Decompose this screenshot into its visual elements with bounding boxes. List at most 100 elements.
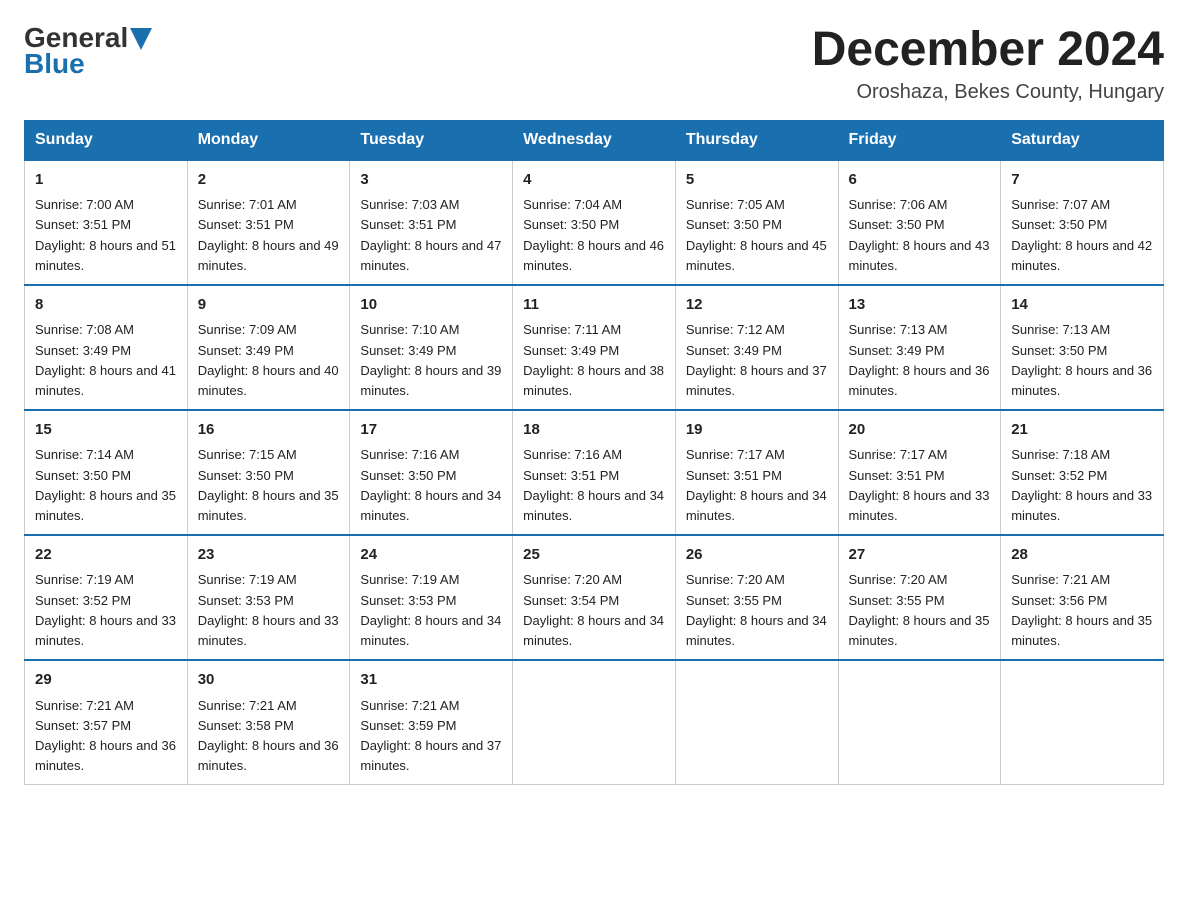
day-info: Sunrise: 7:16 AMSunset: 3:50 PMDaylight:… [360,445,502,526]
calendar-day-cell: 28Sunrise: 7:21 AMSunset: 3:56 PMDayligh… [1001,535,1164,660]
day-number: 11 [523,294,665,317]
calendar-day-cell [675,660,838,785]
column-header-monday: Monday [187,120,350,160]
day-number: 26 [686,544,828,567]
day-number: 27 [849,544,991,567]
day-number: 15 [35,419,177,442]
calendar-day-cell: 12 Sunrise: 7:12 AMSunset: 3:49 PMDayligh… [675,285,838,410]
calendar-day-cell: 25 Sunrise: 7:20 AMSunset: 3:54 PMDayligh… [513,535,676,660]
title-block: December 2024 Oroshaza, Bekes County, Hu… [812,24,1164,104]
calendar-body: 1 Sunrise: 7:00 AMSunset: 3:51 PMDaylight… [25,160,1164,785]
day-number: 7 [1011,169,1153,192]
day-number: 5 [686,169,828,192]
calendar-day-cell: 7 Sunrise: 7:07 AMSunset: 3:50 PMDaylight… [1001,160,1164,285]
day-number: 22 [35,544,177,567]
calendar-day-cell [513,660,676,785]
day-info: Sunrise: 7:06 AMSunset: 3:50 PMDaylight:… [849,195,991,276]
calendar-day-cell: 31 Sunrise: 7:21 AMSunset: 3:59 PMDayligh… [350,660,513,785]
calendar-week-row: 8 Sunrise: 7:08 AMSunset: 3:49 PMDaylight… [25,285,1164,410]
calendar-title: December 2024 [812,24,1164,77]
day-info: Sunrise: 7:20 AMSunset: 3:55 PMDaylight:… [849,570,991,651]
day-number: 24 [360,544,502,567]
day-info: Sunrise: 7:00 AMSunset: 3:51 PMDaylight:… [35,195,177,276]
calendar-day-cell: 19Sunrise: 7:17 AMSunset: 3:51 PMDayligh… [675,410,838,535]
day-number: 6 [849,169,991,192]
day-info: Sunrise: 7:05 AMSunset: 3:50 PMDaylight:… [686,195,828,276]
day-info: Sunrise: 7:19 AMSunset: 3:53 PMDaylight:… [360,570,502,651]
calendar-day-cell: 29Sunrise: 7:21 AMSunset: 3:57 PMDayligh… [25,660,188,785]
calendar-day-cell [838,660,1001,785]
page-header: General Blue December 2024 Oroshaza, Bek… [24,24,1164,104]
day-info: Sunrise: 7:14 AMSunset: 3:50 PMDaylight:… [35,445,177,526]
calendar-day-cell: 20Sunrise: 7:17 AMSunset: 3:51 PMDayligh… [838,410,1001,535]
day-number: 14 [1011,294,1153,317]
day-info: Sunrise: 7:21 AMSunset: 3:56 PMDaylight:… [1011,570,1153,651]
logo-blue: Blue [24,50,85,78]
calendar-day-cell: 30Sunrise: 7:21 AMSunset: 3:58 PMDayligh… [187,660,350,785]
day-number: 19 [686,419,828,442]
day-number: 18 [523,419,665,442]
day-info: Sunrise: 7:03 AMSunset: 3:51 PMDaylight:… [360,195,502,276]
calendar-day-cell: 2 Sunrise: 7:01 AMSunset: 3:51 PMDaylight… [187,160,350,285]
day-info: Sunrise: 7:08 AMSunset: 3:49 PMDaylight:… [35,320,177,401]
calendar-day-cell: 9Sunrise: 7:09 AMSunset: 3:49 PMDaylight… [187,285,350,410]
calendar-day-cell: 8 Sunrise: 7:08 AMSunset: 3:49 PMDaylight… [25,285,188,410]
day-number: 4 [523,169,665,192]
day-number: 31 [360,669,502,692]
day-info: Sunrise: 7:20 AMSunset: 3:55 PMDaylight:… [686,570,828,651]
day-info: Sunrise: 7:13 AMSunset: 3:50 PMDaylight:… [1011,320,1153,401]
calendar-week-row: 1 Sunrise: 7:00 AMSunset: 3:51 PMDaylight… [25,160,1164,285]
calendar-day-cell: 17 Sunrise: 7:16 AMSunset: 3:50 PMDayligh… [350,410,513,535]
day-info: Sunrise: 7:21 AMSunset: 3:59 PMDaylight:… [360,696,502,777]
calendar-day-cell: 27 Sunrise: 7:20 AMSunset: 3:55 PMDayligh… [838,535,1001,660]
calendar-day-cell: 18 Sunrise: 7:16 AMSunset: 3:51 PMDayligh… [513,410,676,535]
day-info: Sunrise: 7:11 AMSunset: 3:49 PMDaylight:… [523,320,665,401]
calendar-day-cell: 5 Sunrise: 7:05 AMSunset: 3:50 PMDaylight… [675,160,838,285]
day-number: 25 [523,544,665,567]
calendar-header-row: SundayMondayTuesdayWednesdayThursdayFrid… [25,120,1164,160]
calendar-subtitle: Oroshaza, Bekes County, Hungary [812,81,1164,104]
calendar-day-cell: 6 Sunrise: 7:06 AMSunset: 3:50 PMDaylight… [838,160,1001,285]
calendar-day-cell: 3Sunrise: 7:03 AMSunset: 3:51 PMDaylight… [350,160,513,285]
day-number: 12 [686,294,828,317]
calendar-day-cell: 23Sunrise: 7:19 AMSunset: 3:53 PMDayligh… [187,535,350,660]
day-info: Sunrise: 7:19 AMSunset: 3:53 PMDaylight:… [198,570,340,651]
calendar-day-cell: 11 Sunrise: 7:11 AMSunset: 3:49 PMDayligh… [513,285,676,410]
calendar-day-cell: 1 Sunrise: 7:00 AMSunset: 3:51 PMDaylight… [25,160,188,285]
day-info: Sunrise: 7:04 AMSunset: 3:50 PMDaylight:… [523,195,665,276]
logo-triangle-icon [130,28,152,50]
day-number: 1 [35,169,177,192]
column-header-friday: Friday [838,120,1001,160]
calendar-day-cell [1001,660,1164,785]
day-info: Sunrise: 7:12 AMSunset: 3:49 PMDaylight:… [686,320,828,401]
day-info: Sunrise: 7:19 AMSunset: 3:52 PMDaylight:… [35,570,177,651]
day-number: 30 [198,669,340,692]
day-number: 16 [198,419,340,442]
day-info: Sunrise: 7:01 AMSunset: 3:51 PMDaylight:… [198,195,340,276]
calendar-day-cell: 21Sunrise: 7:18 AMSunset: 3:52 PMDayligh… [1001,410,1164,535]
day-info: Sunrise: 7:20 AMSunset: 3:54 PMDaylight:… [523,570,665,651]
column-header-thursday: Thursday [675,120,838,160]
day-number: 10 [360,294,502,317]
calendar-day-cell: 16 Sunrise: 7:15 AMSunset: 3:50 PMDayligh… [187,410,350,535]
logo: General Blue [24,24,152,78]
calendar-table: SundayMondayTuesdayWednesdayThursdayFrid… [24,120,1164,785]
calendar-day-cell: 26 Sunrise: 7:20 AMSunset: 3:55 PMDayligh… [675,535,838,660]
calendar-day-cell: 13Sunrise: 7:13 AMSunset: 3:49 PMDayligh… [838,285,1001,410]
day-number: 8 [35,294,177,317]
calendar-week-row: 29Sunrise: 7:21 AMSunset: 3:57 PMDayligh… [25,660,1164,785]
day-info: Sunrise: 7:07 AMSunset: 3:50 PMDaylight:… [1011,195,1153,276]
column-header-saturday: Saturday [1001,120,1164,160]
calendar-day-cell: 14 Sunrise: 7:13 AMSunset: 3:50 PMDayligh… [1001,285,1164,410]
calendar-week-row: 15 Sunrise: 7:14 AMSunset: 3:50 PMDayligh… [25,410,1164,535]
calendar-day-cell: 10Sunrise: 7:10 AMSunset: 3:49 PMDayligh… [350,285,513,410]
calendar-day-cell: 4 Sunrise: 7:04 AMSunset: 3:50 PMDaylight… [513,160,676,285]
day-info: Sunrise: 7:17 AMSunset: 3:51 PMDaylight:… [849,445,991,526]
day-number: 21 [1011,419,1153,442]
calendar-day-cell: 15 Sunrise: 7:14 AMSunset: 3:50 PMDayligh… [25,410,188,535]
day-info: Sunrise: 7:15 AMSunset: 3:50 PMDaylight:… [198,445,340,526]
day-number: 2 [198,169,340,192]
day-info: Sunrise: 7:16 AMSunset: 3:51 PMDaylight:… [523,445,665,526]
day-number: 17 [360,419,502,442]
column-header-wednesday: Wednesday [513,120,676,160]
